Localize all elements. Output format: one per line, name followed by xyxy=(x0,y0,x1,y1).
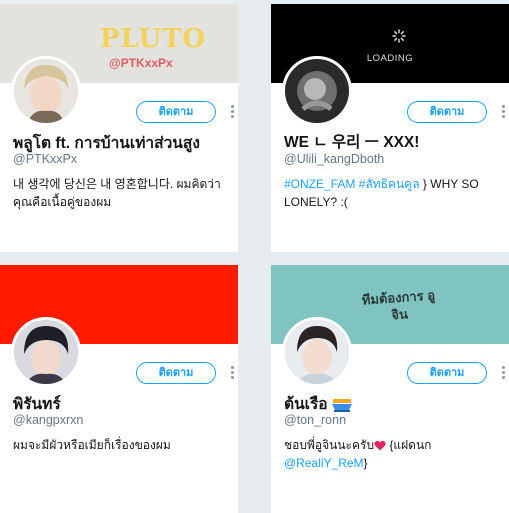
user-card[interactable]: ติดตาม พิรันทร์ @kangpxrxn ผมจะมีผัวหรือ… xyxy=(0,265,238,513)
user-card[interactable]: LOADING ติดตาม WE ㄴ 우리 ㅡ XXX! @Ulili_kan… xyxy=(271,4,509,252)
more-options-icon[interactable] xyxy=(500,105,506,121)
bio-text: {แฝดนก xyxy=(386,438,432,452)
follow-button[interactable]: ติดตาม xyxy=(407,101,487,123)
user-handle[interactable]: @PTKxxPx xyxy=(13,152,77,166)
avatar[interactable] xyxy=(11,56,81,126)
more-options-icon[interactable] xyxy=(500,366,506,382)
banner-title: ทีมต้องการ อูจิน xyxy=(361,287,436,323)
banner-title: PLUTO xyxy=(100,24,207,54)
avatar[interactable] xyxy=(282,56,352,126)
heart-emoji-icon xyxy=(374,441,386,451)
avatar[interactable] xyxy=(282,317,352,387)
user-handle[interactable]: @Ulili_kangDboth xyxy=(284,152,384,166)
avatar[interactable] xyxy=(11,317,81,387)
more-options-icon[interactable] xyxy=(229,105,235,121)
follow-button[interactable]: ติดตาม xyxy=(136,362,216,384)
user-card[interactable]: ทีมต้องการ อูจิน ติดตาม ต้นเรือ @ton_ron… xyxy=(271,265,509,513)
user-handle[interactable]: @kangpxrxn xyxy=(13,413,83,427)
follow-button[interactable]: ติดตาม xyxy=(407,362,487,384)
user-handle[interactable]: @ton_ronn xyxy=(284,413,346,427)
follow-button[interactable]: ติดตาม xyxy=(136,101,216,123)
user-card[interactable]: PLUTO @PTKxxPx ติดตาม พลูโต ft. การบ้านเ… xyxy=(0,4,238,252)
mention-link[interactable]: @ReallY_ReM xyxy=(284,456,364,470)
display-name-text: ต้นเรือ xyxy=(284,396,328,413)
boat-emoji-icon xyxy=(331,398,352,412)
user-bio: ผมจะมีผัวหรือเมียก็เรื่องของผม xyxy=(13,438,171,452)
display-name[interactable]: WE ㄴ 우리 ㅡ XXX! xyxy=(284,130,509,152)
user-bio: #ONZE_FAM #ลัทธิคนคูล } WHY SO LONELY? :… xyxy=(284,175,502,211)
loading-spinner-icon xyxy=(392,29,406,43)
banner-subtitle: @PTKxxPx xyxy=(109,56,173,70)
user-bio: 내 생각에 당신은 내 영혼합니다. ผมคิดว่าคุณคือเนื้อคู… xyxy=(13,177,221,209)
more-options-icon[interactable] xyxy=(229,366,235,382)
bio-text: } xyxy=(363,456,368,470)
user-bio: ชอบพี่อูจินนะครับ {แฝดนก @ReallY_ReM} xyxy=(284,436,502,472)
bio-text: ชอบพี่อูจินนะครับ xyxy=(284,438,375,452)
hashtag-link[interactable]: #ONZE_FAM #ลัทธิคนคูล xyxy=(284,177,420,191)
